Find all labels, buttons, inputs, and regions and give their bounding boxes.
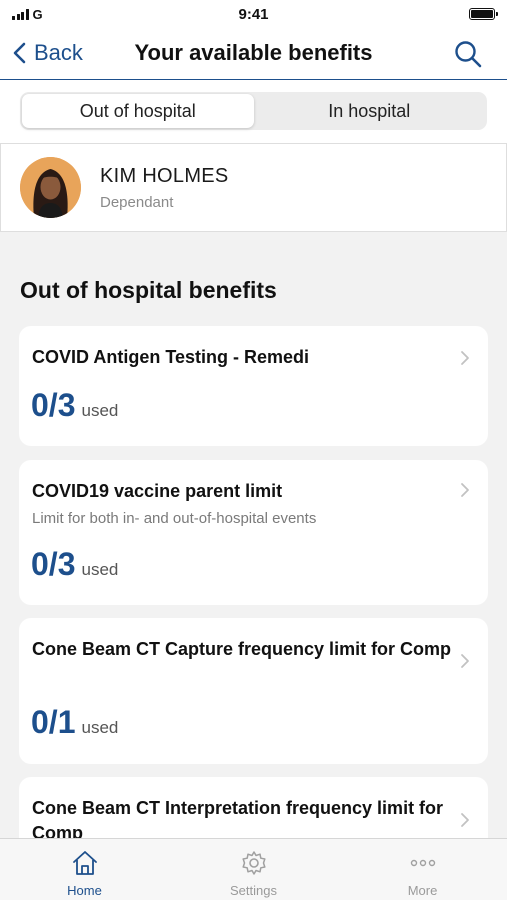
- usage-label: used: [81, 718, 119, 737]
- gear-icon: [241, 851, 266, 875]
- section-title: Out of hospital benefits: [20, 277, 277, 303]
- avatar: [20, 157, 81, 218]
- benefit-title: COVID Antigen Testing - Remedi: [32, 347, 310, 367]
- benefit-title: COVID19 vaccine parent limit: [32, 481, 283, 501]
- signal-icon: [12, 8, 29, 20]
- usage-label: used: [81, 560, 119, 579]
- segment-in-hospital[interactable]: In hospital: [254, 94, 486, 128]
- back-label: Back: [34, 40, 83, 65]
- search-icon[interactable]: [453, 39, 483, 69]
- benefit-subtitle: Limit for both in- and out-of-hospital e…: [32, 510, 317, 527]
- benefit-usage: 0/3 used: [31, 387, 118, 424]
- benefit-usage: 0/3 used: [31, 546, 118, 583]
- segment-container: Out of hospital In hospital: [0, 80, 507, 143]
- chevron-right-icon: [461, 351, 469, 365]
- usage-value: 0/3: [31, 546, 76, 582]
- nav-bar: Back Your available benefits: [0, 28, 507, 80]
- battery-icon: [469, 8, 498, 20]
- tab-label: Home: [67, 883, 102, 898]
- benefit-card[interactable]: Cone Beam CT Capture frequency limit for…: [19, 618, 488, 764]
- segmented-control: Out of hospital In hospital: [20, 92, 487, 130]
- member-name: KIM HOLMES: [100, 164, 229, 187]
- tab-settings[interactable]: Settings: [169, 839, 338, 900]
- usage-label: used: [81, 401, 119, 420]
- tab-label: More: [407, 883, 438, 898]
- benefit-title: Cone Beam CT Capture frequency limit for…: [32, 639, 452, 659]
- status-bar: G 9:41: [0, 0, 507, 28]
- benefit-usage: 0/1 used: [31, 704, 118, 741]
- chevron-right-icon: [461, 483, 469, 497]
- more-icon: [410, 859, 435, 867]
- benefit-card[interactable]: COVID19 vaccine parent limit Limit for b…: [19, 460, 488, 605]
- chevron-right-icon: [461, 654, 469, 668]
- carrier-label: G: [32, 6, 43, 22]
- chevron-left-icon: [13, 42, 26, 64]
- status-time: 9:41: [238, 5, 269, 23]
- usage-value: 0/1: [31, 704, 76, 740]
- segment-out-of-hospital[interactable]: Out of hospital: [22, 94, 254, 128]
- usage-value: 0/3: [31, 387, 76, 423]
- tab-bar: Home Settings More: [0, 838, 507, 900]
- tab-label: Settings: [230, 883, 277, 898]
- chevron-right-icon: [461, 813, 469, 827]
- home-icon: [72, 851, 97, 875]
- tab-home[interactable]: Home: [0, 839, 169, 900]
- benefit-card[interactable]: COVID Antigen Testing - Remedi 0/3 used: [19, 326, 488, 446]
- member-row[interactable]: KIM HOLMES Dependant: [0, 143, 507, 232]
- member-role: Dependant: [100, 193, 174, 211]
- member-info: KIM HOLMES Dependant: [100, 165, 229, 211]
- status-left: G: [12, 7, 43, 22]
- back-button[interactable]: Back: [12, 38, 83, 68]
- tab-more[interactable]: More: [338, 839, 507, 900]
